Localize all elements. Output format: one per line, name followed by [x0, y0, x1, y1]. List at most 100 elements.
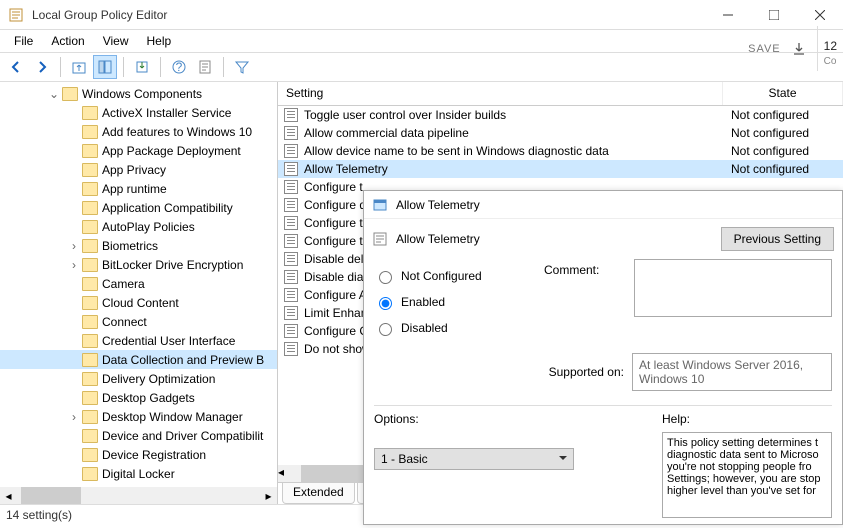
radio-enabled[interactable]: Enabled [374, 289, 534, 315]
tree-item[interactable]: Cloud Content [0, 293, 277, 312]
tree-twisty-icon[interactable]: › [66, 239, 82, 253]
tab-extended[interactable]: Extended [282, 483, 355, 504]
policy-list-row[interactable]: Allow commercial data pipelineNot config… [278, 124, 843, 142]
radio-not-configured[interactable]: Not Configured [374, 263, 534, 289]
policy-state: Not configured [723, 162, 843, 176]
folder-icon [82, 220, 98, 234]
tree-item[interactable]: Edge UI [0, 483, 277, 484]
forward-button[interactable] [30, 55, 54, 79]
tree-item[interactable]: Desktop Gadgets [0, 388, 277, 407]
tree-item-label: Connect [102, 315, 151, 329]
tree-twisty-icon[interactable]: ⌄ [46, 87, 62, 101]
save-label[interactable]: SAVE [748, 43, 781, 55]
tree-item[interactable]: App runtime [0, 179, 277, 198]
policy-list-row[interactable]: Allow TelemetryNot configured [278, 160, 843, 178]
policy-icon [284, 270, 298, 284]
folder-icon [82, 353, 98, 367]
tree-item-label: App runtime [102, 182, 171, 196]
comment-label: Comment: [544, 263, 599, 277]
folder-icon [82, 201, 98, 215]
policy-list-row[interactable]: Toggle user control over Insider buildsN… [278, 106, 843, 124]
folder-icon [82, 467, 98, 481]
options-dropdown[interactable]: 1 - Basic [374, 448, 574, 470]
tree-item[interactable]: Camera [0, 274, 277, 293]
previous-setting-button[interactable]: Previous Setting [721, 227, 834, 251]
menu-help[interactable]: Help [139, 32, 180, 50]
tree-item-label: AutoPlay Policies [102, 220, 199, 234]
tree-item[interactable]: App Package Deployment [0, 141, 277, 160]
policy-state: Not configured [723, 126, 843, 140]
filter-button[interactable] [230, 55, 254, 79]
policy-icon [284, 198, 298, 212]
policy-icon [284, 216, 298, 230]
tree-item[interactable]: Credential User Interface [0, 331, 277, 350]
folder-icon [82, 106, 98, 120]
tree-item[interactable]: › Biometrics [0, 236, 277, 255]
menu-view[interactable]: View [95, 32, 137, 50]
tree-item[interactable]: ActiveX Installer Service [0, 103, 277, 122]
folder-icon [82, 239, 98, 253]
tree-item[interactable]: Connect [0, 312, 277, 331]
folder-icon [82, 163, 98, 177]
menu-action[interactable]: Action [43, 32, 92, 50]
tree-item-label: App Privacy [102, 163, 170, 177]
folder-icon [82, 448, 98, 462]
policy-name: Allow Telemetry [304, 162, 723, 176]
policy-icon [284, 342, 298, 356]
minimize-button[interactable] [705, 0, 751, 30]
tree-item-label: Desktop Window Manager [102, 410, 247, 424]
tree-item[interactable]: AutoPlay Policies [0, 217, 277, 236]
tree-twisty-icon[interactable]: › [66, 410, 82, 424]
folder-icon [82, 182, 98, 196]
tree-item[interactable]: Application Compatibility [0, 198, 277, 217]
dialog-icon [372, 197, 388, 213]
tree-item[interactable]: App Privacy [0, 160, 277, 179]
tree-item[interactable]: Delivery Optimization [0, 369, 277, 388]
supported-on-label: Supported on: [374, 365, 624, 379]
download-icon[interactable] [791, 41, 807, 57]
tree-item[interactable]: Device and Driver Compatibilit [0, 426, 277, 445]
policy-state: Not configured [723, 108, 843, 122]
help-button[interactable]: ? [167, 55, 191, 79]
window-title: Local Group Policy Editor [32, 8, 705, 22]
tree-item[interactable]: Add features to Windows 10 [0, 122, 277, 141]
tree-twisty-icon[interactable]: › [66, 258, 82, 272]
policy-list-row[interactable]: Allow device name to be sent in Windows … [278, 142, 843, 160]
tree-item-label: Add features to Windows 10 [102, 125, 256, 139]
radio-disabled[interactable]: Disabled [374, 315, 534, 341]
comment-textarea[interactable] [634, 259, 832, 317]
show-hide-tree-button[interactable] [93, 55, 117, 79]
folder-icon [82, 334, 98, 348]
folder-icon [82, 277, 98, 291]
menubar: File Action View Help [0, 30, 843, 52]
tree-hscrollbar[interactable]: ◂▸ [0, 487, 277, 504]
help-text: This policy setting determines t diagnos… [662, 432, 832, 518]
policy-icon [284, 144, 298, 158]
col-header-state[interactable]: State [723, 82, 843, 105]
tree-root-label[interactable]: Windows Components [82, 87, 206, 101]
tree-item-label: App Package Deployment [102, 144, 245, 158]
back-button[interactable] [4, 55, 28, 79]
tree-item-label: Biometrics [102, 239, 162, 253]
folder-icon [82, 125, 98, 139]
tree-item[interactable]: › Desktop Window Manager [0, 407, 277, 426]
folder-icon [82, 410, 98, 424]
tree-item-label: Credential User Interface [102, 334, 239, 348]
export-button[interactable] [130, 55, 154, 79]
options-label: Options: [374, 412, 652, 426]
tree-item[interactable]: ›BitLocker Drive Encryption [0, 255, 277, 274]
menu-file[interactable]: File [6, 32, 41, 50]
dialog-subtitle: Allow Telemetry [396, 232, 480, 246]
tree-item[interactable]: Digital Locker [0, 464, 277, 483]
up-button[interactable] [67, 55, 91, 79]
dialog-title: Allow Telemetry [396, 198, 480, 212]
tree-item[interactable]: Data Collection and Preview B [0, 350, 277, 369]
properties-button[interactable] [193, 55, 217, 79]
policy-name: Allow device name to be sent in Windows … [304, 144, 723, 158]
folder-icon [82, 258, 98, 272]
tree-item-label: Delivery Optimization [102, 372, 219, 386]
policy-icon [284, 234, 298, 248]
tree-item[interactable]: Device Registration [0, 445, 277, 464]
svg-text:?: ? [176, 60, 183, 74]
col-header-setting[interactable]: Setting [278, 82, 723, 105]
